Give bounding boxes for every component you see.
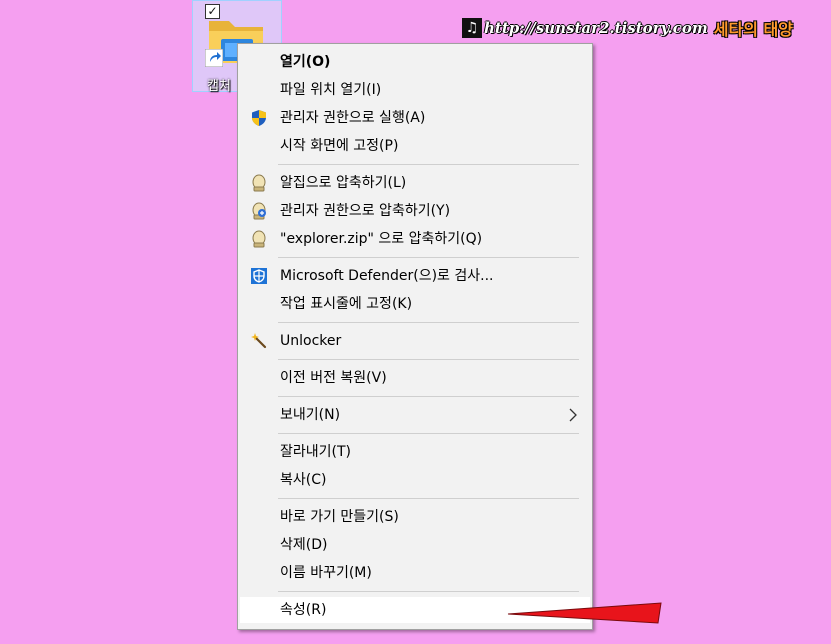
menu-item-label: 관리자 권한으로 압축하기(Y) (280, 203, 451, 219)
context-menu: 열기(O) 파일 위치 열기(I) 관리자 권한으로 실행(A) 시작 화면에 … (237, 43, 593, 630)
desktop-icon-label: 캡처 (207, 79, 231, 94)
menu-separator (278, 257, 579, 258)
menu-item-copy[interactable]: 복사(C) (240, 467, 590, 493)
menu-separator (278, 164, 579, 165)
menu-item-run-as-admin[interactable]: 관리자 권한으로 실행(A) (240, 105, 590, 131)
menu-item-label: 삭제(D) (280, 537, 328, 553)
menu-item-pin-to-start[interactable]: 시작 화면에 고정(P) (240, 133, 590, 159)
unlocker-wand-icon (251, 333, 267, 349)
menu-item-label: 파일 위치 열기(I) (280, 82, 382, 98)
menu-item-compress-explorer-zip[interactable]: "explorer.zip" 으로 압축하기(Q) (240, 226, 590, 252)
menu-item-send-to[interactable]: 보내기(N) (240, 402, 590, 428)
menu-item-open[interactable]: 열기(O) (240, 49, 590, 75)
alzip-icon (252, 174, 266, 192)
menu-item-alzip-compress[interactable]: 알집으로 압축하기(L) (240, 170, 590, 196)
menu-item-label: 바로 가기 만들기(S) (280, 509, 399, 525)
menu-separator (278, 322, 579, 323)
menu-item-label: 이름 바꾸기(M) (280, 565, 372, 581)
uac-shield-icon (252, 110, 266, 126)
watermark-url: http://sunstar2.tistory.com (484, 19, 708, 37)
blog-watermark: ♫ http://sunstar2.tistory.com 세타의 태양 (462, 16, 793, 40)
menu-item-label: 시작 화면에 고정(P) (280, 138, 399, 154)
menu-item-label: 열기(O) (280, 54, 331, 70)
menu-item-pin-to-taskbar[interactable]: 작업 표시줄에 고정(K) (240, 291, 590, 317)
menu-separator (278, 396, 579, 397)
menu-item-restore-previous-versions[interactable]: 이전 버전 복원(V) (240, 365, 590, 391)
menu-item-label: "explorer.zip" 으로 압축하기(Q) (280, 231, 483, 247)
menu-item-rename[interactable]: 이름 바꾸기(M) (240, 560, 590, 586)
menu-item-label: 관리자 권한으로 실행(A) (280, 110, 426, 126)
watermark-name: 세타의 태양 (713, 20, 793, 39)
menu-separator (278, 359, 579, 360)
submenu-chevron-right-icon (569, 408, 577, 422)
defender-shield-icon (251, 268, 267, 284)
menu-item-label: 복사(C) (280, 472, 327, 488)
menu-item-label: Unlocker (280, 333, 342, 349)
red-pointer-arrow (507, 602, 662, 624)
menu-item-cut[interactable]: 잘라내기(T) (240, 439, 590, 465)
menu-item-label: Microsoft Defender(으)로 검사... (280, 268, 494, 284)
menu-separator (278, 433, 579, 434)
shortcut-arrow-icon (205, 49, 223, 67)
menu-separator (278, 498, 579, 499)
menu-item-label: 잘라내기(T) (280, 444, 351, 460)
menu-item-label: 보내기(N) (280, 407, 341, 423)
menu-item-label: 이전 버전 복원(V) (280, 370, 387, 386)
music-note-icon: ♫ (462, 18, 482, 38)
menu-separator (278, 591, 579, 592)
menu-item-label: 작업 표시줄에 고정(K) (280, 296, 413, 312)
menu-item-defender-scan[interactable]: Microsoft Defender(으)로 검사... (240, 263, 590, 289)
alzip-icon (252, 230, 266, 248)
menu-item-label: 알집으로 압축하기(L) (280, 175, 407, 191)
menu-item-open-file-location[interactable]: 파일 위치 열기(I) (240, 77, 590, 103)
menu-item-delete[interactable]: 삭제(D) (240, 532, 590, 558)
menu-item-create-shortcut[interactable]: 바로 가기 만들기(S) (240, 504, 590, 530)
menu-item-unlocker[interactable]: Unlocker (240, 328, 590, 354)
menu-item-label: 속성(R) (280, 602, 327, 618)
alzip-admin-icon (252, 202, 266, 220)
menu-item-alzip-admin-compress[interactable]: 관리자 권한으로 압축하기(Y) (240, 198, 590, 224)
